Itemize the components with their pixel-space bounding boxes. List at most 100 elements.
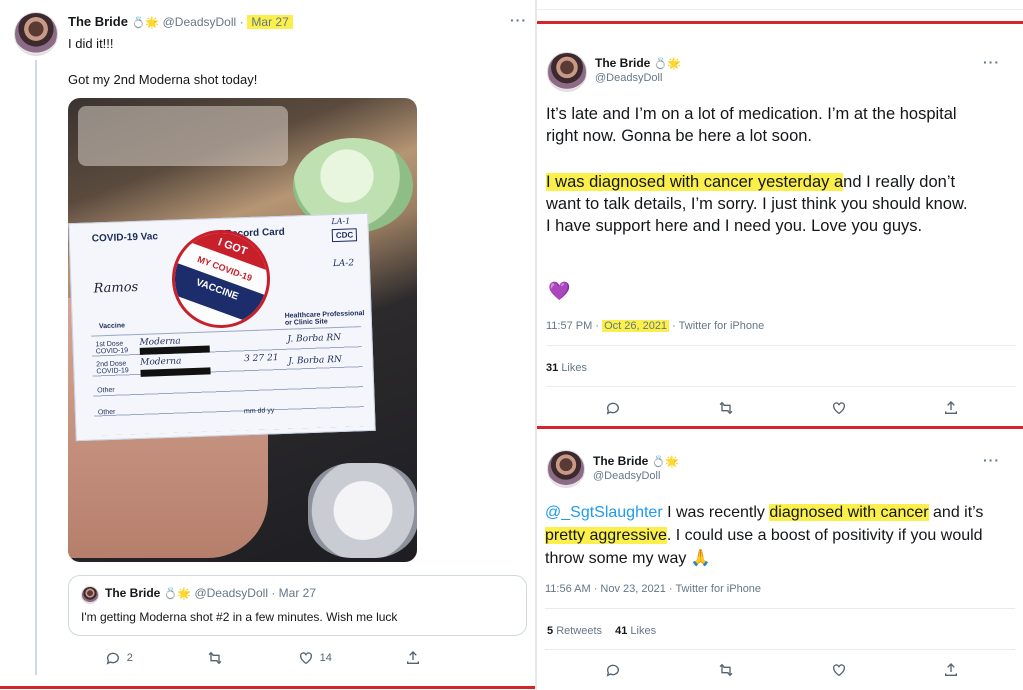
author-name[interactable]: The Bride: [593, 454, 648, 468]
likes-label[interactable]: Likes: [630, 625, 656, 637]
quote-author-name: The Bride: [105, 586, 161, 600]
left-tweet-panel: The Bride 💍🌟 @DeadsyDoll · Mar 27 ··· I …: [0, 0, 535, 690]
la-code-2: LA-2: [332, 258, 355, 270]
author-handle[interactable]: @DeadsyDoll: [163, 15, 237, 29]
row3-label: Other: [97, 386, 115, 395]
author-name[interactable]: The Bride: [68, 14, 128, 29]
retweets-count[interactable]: 5: [547, 625, 553, 637]
tweet-source[interactable]: · Twitter for iPhone: [672, 320, 764, 332]
action-bar: [557, 662, 1007, 678]
meta-divider: [546, 386, 1016, 387]
tweet-timestamp[interactable]: 11:56 AM · Nov 23, 2021 · Twitter for iP…: [545, 583, 761, 595]
like-button[interactable]: 14: [298, 650, 332, 666]
emoji-badge-icon: 🌟: [145, 17, 159, 30]
action-bar: [557, 400, 1007, 416]
vaccine-photo[interactable]: COVID-19 Vac Record Card CDC LA-1 LA-2 R…: [68, 98, 417, 562]
meta-divider: [545, 608, 1015, 609]
highlighted-text: diagnosed with cancer: [769, 504, 929, 521]
highlighted-text: pretty aggressive: [545, 527, 667, 544]
reply-icon: [106, 652, 119, 665]
ring-badge-icon: 💍: [653, 58, 668, 71]
like-icon: [299, 652, 312, 665]
quote-date: Mar 27: [278, 586, 317, 600]
retweet-icon: [208, 651, 222, 665]
purple-heart-emoji: 💜: [548, 281, 571, 301]
like-icon[interactable]: [831, 400, 847, 416]
panel-gap: [535, 0, 537, 690]
emoji-badge-icon: 🌟: [665, 456, 680, 469]
left-action-bar: 2 14: [68, 650, 458, 666]
author-name[interactable]: The Bride: [595, 56, 650, 70]
more-icon[interactable]: ···: [983, 452, 1000, 468]
like-icon[interactable]: [831, 662, 847, 678]
ring-badge-icon: 💍: [651, 456, 666, 469]
row2-value: Moderna: [140, 356, 182, 368]
mention-link[interactable]: @_SgtSlaughter: [545, 504, 663, 521]
emoji-badge-icon: 🌟: [667, 58, 682, 71]
quoted-tweet[interactable]: The Bride 💍🌟 @DeadsyDoll · Mar 27 I'm ge…: [68, 575, 527, 636]
avatar[interactable]: [14, 12, 58, 56]
reply-icon[interactable]: [605, 400, 621, 416]
quote-avatar: [81, 586, 99, 604]
reply-button[interactable]: 2: [105, 650, 133, 666]
like-count: 14: [319, 652, 332, 664]
meta-divider: [545, 649, 1015, 650]
cdc-logo: CDC: [331, 228, 358, 243]
share-button[interactable]: [405, 650, 421, 666]
reply-count: 2: [126, 652, 133, 664]
row2-date: 3 27 21: [243, 353, 279, 365]
ring-badge-icon: 💍: [131, 17, 146, 30]
tweet-date[interactable]: Oct 26, 2021: [602, 320, 670, 332]
share-icon[interactable]: [943, 662, 959, 678]
retweet-icon[interactable]: [717, 400, 735, 416]
reply-icon[interactable]: [605, 662, 621, 678]
tweet-date[interactable]: Mar 27: [247, 15, 293, 29]
tweet-text-line1: I did it!!!: [68, 36, 114, 51]
retweets-label[interactable]: Retweets: [556, 625, 602, 637]
divider-rule: [537, 426, 1023, 429]
engagement-stats: 5 Retweets 41 Likes: [547, 625, 656, 637]
row4-label: Other: [97, 408, 116, 417]
author-handle[interactable]: @DeadsyDoll: [593, 470, 679, 482]
tweet-body-para2: I was diagnosed with cancer yesterday an…: [546, 171, 976, 237]
right-top-tweet-panel: The Bride 💍🌟 @DeadsyDoll ··· It’s late a…: [537, 0, 1023, 430]
row2-label: 2nd Dose COVID-19: [96, 360, 129, 376]
more-icon[interactable]: ···: [983, 54, 1000, 70]
quote-header: The Bride 💍🌟 @DeadsyDoll · Mar 27: [105, 586, 317, 601]
col-vaccine: Vaccine: [98, 322, 126, 331]
likes-stat[interactable]: 31 Likes: [546, 362, 587, 374]
likes-label: Likes: [561, 362, 587, 374]
thread-line: [35, 60, 37, 675]
author-handle[interactable]: @DeadsyDoll: [595, 72, 681, 84]
water-bottle: [308, 463, 417, 558]
car-vent: [78, 106, 288, 166]
tweet-header: The Bride 💍🌟 @DeadsyDoll: [595, 56, 681, 84]
divider-rule: [537, 21, 1023, 24]
tweet-time: 11:57 PM ·: [546, 320, 599, 332]
more-icon[interactable]: ···: [510, 12, 527, 28]
avatar[interactable]: [547, 52, 587, 92]
handwritten-name: Ramos: [93, 279, 139, 297]
row2-signature: J. Borba RN: [288, 354, 343, 367]
ring-badge-icon: 💍: [163, 588, 178, 601]
date-hint: mm dd yy: [243, 407, 275, 416]
tweet-timestamp: 11:57 PM · Oct 26, 2021 · Twitter for iP…: [546, 320, 764, 332]
retweet-icon[interactable]: [717, 662, 735, 678]
row1-label: 1st Dose COVID-19: [95, 340, 129, 356]
avatar[interactable]: [547, 450, 585, 488]
retweet-button[interactable]: [206, 650, 224, 666]
tweet-text-line2: Got my 2nd Moderna shot today!: [68, 72, 258, 87]
likes-count[interactable]: 41: [615, 625, 627, 637]
meta-divider: [546, 345, 1016, 346]
quote-handle: @DeadsyDoll: [194, 586, 268, 600]
tweet-header: The Bride 💍🌟 @DeadsyDoll · Mar 27: [68, 14, 293, 29]
share-icon[interactable]: [943, 400, 959, 416]
la-code: LA-1: [331, 216, 351, 227]
row1-signature: J. Borba RN: [287, 332, 342, 345]
divider-rule: [0, 686, 535, 689]
card-title: COVID-19 Vac: [91, 231, 159, 245]
tweet-body-para1: It’s late and I’m on a lot of medication…: [546, 105, 957, 145]
emoji-badge-icon: 🌟: [177, 588, 192, 601]
right-bottom-tweet-panel: The Bride 💍🌟 @DeadsyDoll ··· @_SgtSlaugh…: [537, 432, 1023, 690]
quote-text: I'm getting Moderna shot #2 in a few min…: [81, 610, 398, 624]
